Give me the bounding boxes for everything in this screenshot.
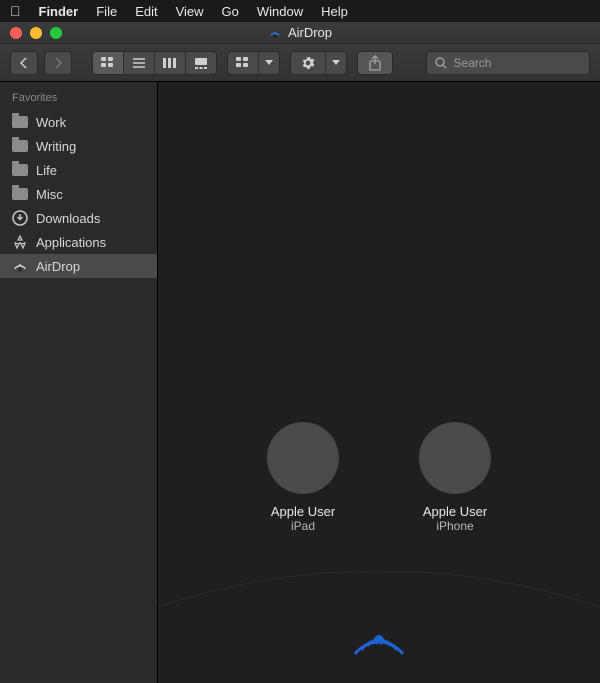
window-zoom-button[interactable]: [50, 27, 62, 39]
folder-icon: [12, 162, 28, 178]
folder-icon: [12, 138, 28, 154]
user-avatar: [267, 422, 339, 494]
group-by-dropdown[interactable]: [227, 51, 280, 75]
chevron-down-icon: [332, 60, 340, 65]
sidebar-item-label: Misc: [36, 187, 63, 202]
system-menubar:  Finder File Edit View Go Window Help: [0, 0, 600, 22]
search-field[interactable]: [426, 51, 590, 75]
view-list-button[interactable]: [124, 52, 155, 74]
downloads-icon: [12, 210, 28, 226]
user-name: Apple User: [271, 504, 335, 519]
finder-toolbar: [0, 44, 600, 82]
sidebar-item-label: Applications: [36, 235, 106, 250]
nav-button-group: [10, 51, 72, 75]
sidebar-item-label: Writing: [36, 139, 76, 154]
sidebar-item-life[interactable]: Life: [0, 158, 157, 182]
window-title: AirDrop: [288, 25, 332, 40]
sidebar-item-writing[interactable]: Writing: [0, 134, 157, 158]
window-titlebar: AirDrop: [0, 22, 600, 44]
menubar-go[interactable]: Go: [222, 4, 239, 19]
airdrop-user[interactable]: Apple User iPad: [267, 422, 339, 533]
traffic-lights: [0, 27, 62, 39]
menubar-help[interactable]: Help: [321, 4, 348, 19]
menubar-view[interactable]: View: [176, 4, 204, 19]
user-avatar: [419, 422, 491, 494]
sidebar-item-applications[interactable]: Applications: [0, 230, 157, 254]
chevron-down-icon: [265, 60, 273, 65]
menubar-file[interactable]: File: [96, 4, 117, 19]
menubar-window[interactable]: Window: [257, 4, 303, 19]
airdrop-user[interactable]: Apple User iPhone: [419, 422, 491, 533]
view-gallery-button[interactable]: [186, 52, 216, 74]
airdrop-content: Apple User iPad Apple User iPhone: [158, 82, 600, 683]
sidebar-item-label: Work: [36, 115, 66, 130]
sidebar-item-label: Downloads: [36, 211, 100, 226]
search-icon: [435, 57, 447, 69]
nav-forward-button[interactable]: [44, 51, 72, 75]
sidebar-item-misc[interactable]: Misc: [0, 182, 157, 206]
share-button[interactable]: [357, 51, 393, 75]
menubar-app-name[interactable]: Finder: [39, 4, 79, 19]
sidebar-item-work[interactable]: Work: [0, 110, 157, 134]
view-icon-button[interactable]: [93, 52, 124, 74]
window-minimize-button[interactable]: [30, 27, 42, 39]
sidebar-item-airdrop[interactable]: AirDrop: [0, 254, 157, 278]
user-device: iPad: [291, 519, 315, 533]
search-input[interactable]: [453, 56, 581, 70]
view-mode-segmented: [92, 51, 217, 75]
sidebar-item-downloads[interactable]: Downloads: [0, 206, 157, 230]
folder-icon: [12, 186, 28, 202]
airdrop-users: Apple User iPad Apple User iPhone: [158, 422, 600, 533]
finder-window: AirDrop: [0, 22, 600, 683]
user-device: iPhone: [436, 519, 473, 533]
airdrop-center-icon: [347, 612, 411, 676]
applications-icon: [12, 234, 28, 250]
menubar-edit[interactable]: Edit: [135, 4, 157, 19]
folder-icon: [12, 114, 28, 130]
window-close-button[interactable]: [10, 27, 22, 39]
user-name: Apple User: [423, 504, 487, 519]
airdrop-icon: [12, 258, 28, 274]
apple-menu-icon[interactable]: : [10, 3, 21, 19]
sidebar-item-label: AirDrop: [36, 259, 80, 274]
sidebar-item-label: Life: [36, 163, 57, 178]
sidebar-section-favorites: Favorites: [0, 88, 157, 110]
finder-sidebar: Favorites Work Writing Life Misc: [0, 82, 158, 683]
view-columns-button[interactable]: [155, 52, 186, 74]
action-menu-button[interactable]: [290, 51, 347, 75]
airdrop-icon: [268, 26, 282, 40]
nav-back-button[interactable]: [10, 51, 38, 75]
